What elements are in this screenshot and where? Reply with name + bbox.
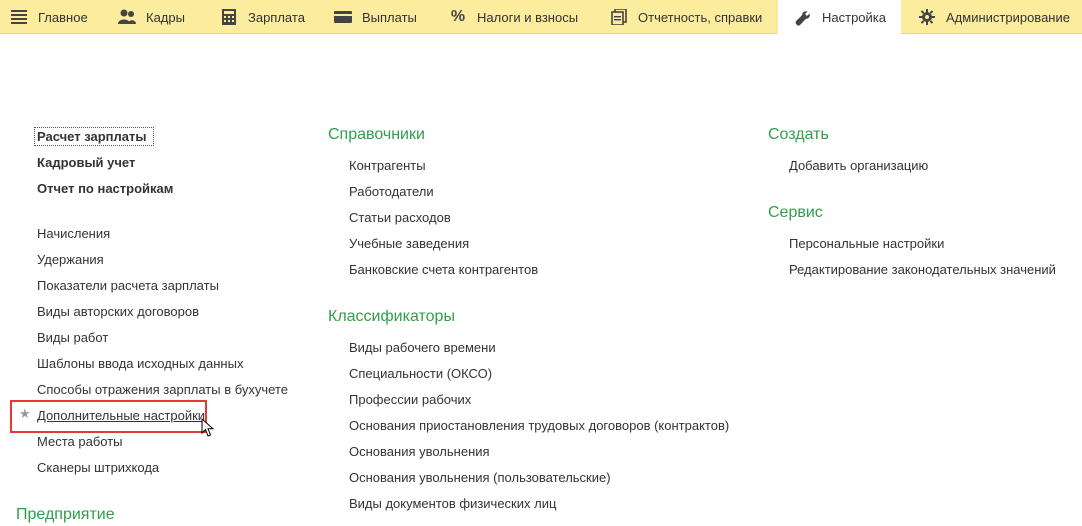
- tab-label: Зарплата: [248, 9, 305, 25]
- link-add-organization[interactable]: Добавить организацию: [789, 158, 928, 173]
- section-heading-classifiers: Классификаторы: [328, 308, 455, 325]
- tab-salary[interactable]: Зарплата: [220, 0, 305, 34]
- tab-label: Выплаты: [362, 9, 417, 25]
- link-working-time-types[interactable]: Виды рабочего времени: [349, 340, 496, 355]
- link-payroll-reflection[interactable]: Способы отражения зарплаты в бухучете: [37, 382, 288, 397]
- wrench-icon: [794, 9, 812, 27]
- tab-label: Администрирование: [946, 9, 1070, 25]
- tab-label: Кадры: [146, 9, 185, 25]
- card-icon: [334, 8, 352, 26]
- link-counterparty-bank-accounts[interactable]: Банковские счета контрагентов: [349, 262, 538, 277]
- tab-taxes[interactable]: % Налоги и взносы: [449, 0, 578, 34]
- tab-main[interactable]: Главное: [10, 0, 88, 34]
- tab-hr[interactable]: Кадры: [118, 0, 185, 34]
- link-settings-report[interactable]: Отчет по настройкам: [37, 181, 173, 196]
- link-legislative-values[interactable]: Редактирование законодательных значений: [789, 262, 1056, 277]
- link-worker-professions[interactable]: Профессии рабочих: [349, 392, 471, 407]
- link-educational-institutions[interactable]: Учебные заведения: [349, 236, 469, 251]
- link-input-templates[interactable]: Шаблоны ввода исходных данных: [37, 356, 243, 371]
- link-payroll-indicators[interactable]: Показатели расчета зарплаты: [37, 278, 219, 293]
- section-heading-service: Сервис: [768, 204, 823, 221]
- link-payroll-calc[interactable]: Расчет зарплаты: [37, 129, 146, 144]
- calculator-icon: [220, 8, 238, 26]
- link-employers[interactable]: Работодатели: [349, 184, 434, 199]
- link-deductions[interactable]: Удержания: [37, 252, 104, 267]
- star-icon[interactable]: ★: [19, 406, 31, 422]
- link-additional-settings[interactable]: Дополнительные настройки: [37, 408, 205, 423]
- link-accruals[interactable]: Начисления: [37, 226, 110, 241]
- tab-settings[interactable]: Настройка: [778, 0, 901, 35]
- link-author-contract-types[interactable]: Виды авторских договоров: [37, 304, 199, 319]
- link-dismissal-grounds-custom[interactable]: Основания увольнения (пользовательские): [349, 470, 611, 485]
- link-dismissal-grounds[interactable]: Основания увольнения: [349, 444, 490, 459]
- reports-icon: [610, 8, 628, 26]
- link-expense-items[interactable]: Статьи расходов: [349, 210, 451, 225]
- link-workplaces[interactable]: Места работы: [37, 434, 123, 449]
- section-heading-create: Создать: [768, 126, 829, 143]
- link-barcode-scanners[interactable]: Сканеры штрихкода: [37, 460, 159, 475]
- link-specialties[interactable]: Специальности (ОКСО): [349, 366, 492, 381]
- link-identity-document-types[interactable]: Виды документов физических лиц: [349, 496, 556, 511]
- tab-label: Налоги и взносы: [477, 9, 579, 25]
- tab-label: Отчетность, справки: [638, 9, 763, 25]
- tab-reports[interactable]: Отчетность, справки: [610, 0, 762, 34]
- mouse-cursor-icon: [201, 418, 215, 437]
- gear-icon: [918, 8, 936, 26]
- tab-label: Главное: [38, 9, 88, 25]
- link-counterparties[interactable]: Контрагенты: [349, 158, 426, 173]
- section-tab-bar: Главное Кадры Зарплата Выплаты % Налоги …: [0, 0, 1082, 35]
- tab-label: Настройка: [822, 10, 886, 25]
- percent-icon: %: [450, 8, 466, 25]
- section-heading-catalogs: Справочники: [328, 126, 425, 143]
- people-icon: [118, 8, 136, 26]
- link-personal-settings[interactable]: Персональные настройки: [789, 236, 944, 251]
- link-suspension-grounds[interactable]: Основания приостановления трудовых догов…: [349, 418, 729, 433]
- link-hr-accounting[interactable]: Кадровый учет: [37, 155, 135, 170]
- link-work-types[interactable]: Виды работ: [37, 330, 108, 345]
- tab-payments[interactable]: Выплаты: [334, 0, 417, 34]
- tab-admin[interactable]: Администрирование: [918, 0, 1070, 34]
- section-heading-enterprise: Предприятие: [16, 506, 115, 523]
- menu-icon: [10, 8, 28, 26]
